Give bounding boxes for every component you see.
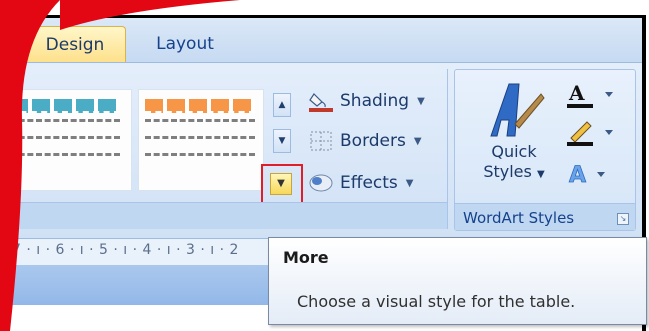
paint-bucket-icon (309, 93, 333, 112)
ribbon-tab-strip: Design Layout (10, 18, 642, 63)
more-dropdown-icon: ▼ (277, 178, 285, 189)
borders-button[interactable]: Borders ▼ (308, 127, 422, 155)
text-outline-icon[interactable] (563, 118, 623, 148)
more-tooltip: More Choose a visual style for the table… (268, 237, 647, 325)
borders-label: Borders (340, 131, 406, 151)
table-style-swatch-orange[interactable] (145, 99, 255, 177)
wordart-group-label: WordArt Styles (463, 209, 575, 227)
text-effects-icon[interactable]: A (563, 158, 623, 188)
quick-styles-button[interactable]: Quick Styles ▼ (477, 142, 551, 185)
chevron-down-icon: ▼ (417, 95, 425, 107)
gallery-scroll-up-button[interactable]: ▲ (273, 93, 291, 117)
chevron-down-icon: ▼ (405, 177, 414, 189)
svg-text:A: A (568, 81, 585, 105)
svg-text:A: A (569, 163, 586, 188)
shading-label: Shading (340, 91, 410, 111)
tab-design[interactable]: Design (24, 26, 126, 63)
chevron-down-icon: ▼ (413, 135, 422, 147)
tooltip-description: Choose a visual style for the table. (297, 292, 576, 311)
effects-icon (309, 174, 333, 192)
tooltip-title: More (283, 248, 329, 267)
shading-button[interactable]: Shading ▼ (308, 87, 425, 115)
triangle-up-icon: ▲ (278, 100, 286, 110)
ruler-ticks: 7 · ı · 6 · ı · 5 · ı · 4 · ı · 3 · ı · … (12, 242, 239, 258)
wordart-group-footer: WordArt Styles ↘ (455, 203, 635, 230)
effects-button[interactable]: Effects ▼ (308, 169, 414, 197)
table-styles-group: ▲ ▼ ▼ Shading ▼ Borders ▼ Effects ▼ (10, 69, 448, 229)
wordart-quick-styles-icon[interactable] (485, 80, 545, 140)
effects-label: Effects (340, 173, 398, 193)
table-style-swatch-blue[interactable] (10, 99, 120, 177)
tab-layout[interactable]: Layout (145, 26, 225, 62)
dialog-launcher-icon[interactable]: ↘ (617, 213, 629, 225)
table-styles-group-footer (10, 202, 447, 229)
chevron-down-icon: ▼ (536, 169, 545, 180)
wordart-styles-group: Quick Styles ▼ A A WordArt Styles ↘ (454, 69, 636, 231)
borders-grid-icon (310, 131, 332, 151)
gallery-more-button[interactable]: ▼ (270, 173, 292, 195)
quick-styles-label-1: Quick (491, 142, 537, 161)
triangle-down-icon: ▼ (278, 136, 286, 146)
gallery-scroll-down-button[interactable]: ▼ (273, 129, 291, 153)
ribbon-body: ▲ ▼ ▼ Shading ▼ Borders ▼ Effects ▼ Quic… (10, 62, 642, 239)
text-fill-icon[interactable]: A (563, 80, 623, 110)
quick-styles-label-2: Styles (483, 162, 532, 181)
